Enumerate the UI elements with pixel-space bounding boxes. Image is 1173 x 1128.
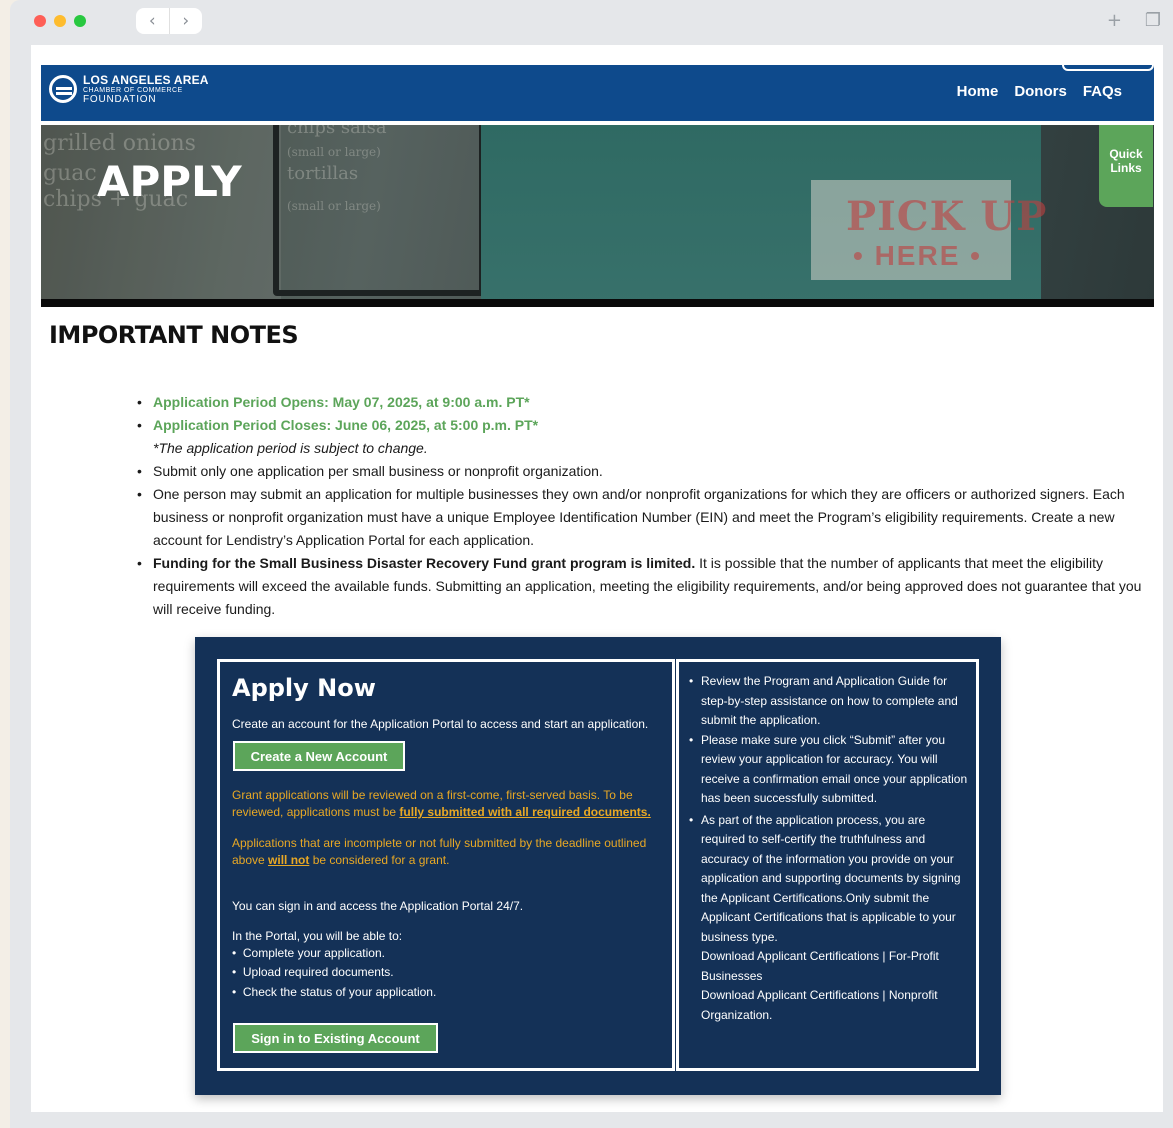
- application-closes: Application Period Closes: June 06, 2025…: [153, 417, 539, 433]
- period-disclaimer: *The application period is subject to ch…: [153, 440, 428, 456]
- hero-menu-text: guac: [43, 161, 97, 186]
- apply-now-title: Apply Now: [232, 674, 376, 702]
- portal-item: • Upload required documents.: [232, 965, 394, 979]
- hero-pickup-text: • HERE •: [853, 240, 982, 271]
- hero-divider: [41, 299, 1154, 307]
- list-item: Funding for the Small Business Disaster …: [137, 552, 1146, 621]
- list-item: As part of the application process, you …: [689, 811, 969, 948]
- one-application-note: Submit only one application per small bu…: [153, 463, 603, 479]
- portal-item: • Complete your application.: [232, 946, 385, 960]
- list-item: One person may submit an application for…: [137, 483, 1146, 552]
- back-button[interactable]: ‹: [136, 8, 170, 34]
- close-window-button[interactable]: [34, 15, 46, 27]
- notes-list: Application Period Opens: May 07, 2025, …: [137, 391, 1146, 621]
- main-nav: Home Donors FAQs: [957, 83, 1122, 100]
- portal-item-text: Upload required documents.: [242, 965, 394, 979]
- logo-line3: FOUNDATION: [83, 94, 157, 105]
- apply-now-panel: Apply Now Create an account for the Appl…: [195, 637, 1001, 1095]
- maximize-window-button[interactable]: [74, 15, 86, 27]
- nav-faqs[interactable]: FAQs: [1083, 83, 1122, 100]
- portal-item: • Check the status of your application.: [232, 985, 437, 999]
- list-item: *The application period is subject to ch…: [151, 437, 1146, 460]
- list-item: Application Period Closes: June 06, 2025…: [137, 414, 1146, 437]
- web-page: LOS ANGELES AREA CHAMBER OF COMMERCE FOU…: [31, 45, 1163, 1112]
- header-cta-button[interactable]: [1062, 61, 1154, 71]
- portal-item-text: Check the status of your application.: [242, 985, 437, 999]
- download-nonprofit-link[interactable]: Download Applicant Certifications | Nonp…: [689, 986, 969, 1025]
- logo-line1: LOS ANGELES AREA: [83, 73, 209, 87]
- site-header: LOS ANGELES AREA CHAMBER OF COMMERCE FOU…: [41, 61, 1154, 121]
- apply-now-left: Apply Now Create an account for the Appl…: [217, 659, 675, 1071]
- hero-pickup-text: PICK UP: [846, 193, 1048, 240]
- portal-item-text: Complete your application.: [242, 946, 385, 960]
- incomplete-policy-text: Applications that are incomplete or not …: [232, 835, 657, 869]
- hero-banner: grilled onions guac chips + guac chips s…: [41, 125, 1154, 307]
- review-policy-bold: fully submitted with all required docume…: [399, 805, 651, 819]
- list-item: Please make sure you click “Submit” afte…: [689, 731, 969, 809]
- new-tab-icon[interactable]: +: [1107, 10, 1122, 31]
- review-policy-text: Grant applications will be reviewed on a…: [232, 787, 657, 821]
- quick-links-button[interactable]: Quick Links: [1099, 125, 1153, 207]
- hero-sign-board: [273, 125, 485, 296]
- foundation-logo-icon[interactable]: [49, 75, 77, 103]
- download-forprofit-link[interactable]: Download Applicant Certifications | For-…: [689, 947, 969, 986]
- signin-existing-account-button[interactable]: Sign in to Existing Account: [233, 1023, 438, 1053]
- logo-line2: CHAMBER OF COMMERCE: [83, 87, 183, 94]
- create-account-text: Create an account for the Application Po…: [232, 717, 649, 731]
- portal-intro-text: In the Portal, you will be able to:: [232, 929, 403, 943]
- create-account-button[interactable]: Create a New Account: [233, 741, 405, 771]
- list-item: Review the Program and Application Guide…: [689, 672, 969, 731]
- site-logo[interactable]: LOS ANGELES AREA CHAMBER OF COMMERCE FOU…: [83, 74, 209, 105]
- multiple-business-note: One person may submit an application for…: [153, 486, 1125, 548]
- minimize-window-button[interactable]: [54, 15, 66, 27]
- list-item: Application Period Opens: May 07, 2025, …: [137, 391, 1146, 414]
- apply-now-right: Review the Program and Application Guide…: [676, 659, 979, 1071]
- window-actions: + ❐: [1107, 10, 1161, 31]
- funding-limited-bold: Funding for the Small Business Disaster …: [153, 555, 696, 571]
- nav-donors[interactable]: Donors: [1014, 83, 1067, 100]
- signin-availability-text: You can sign in and access the Applicati…: [232, 899, 524, 913]
- page-title: APPLY: [97, 157, 242, 206]
- notes-heading: IMPORTANT NOTES: [49, 321, 299, 349]
- incomplete-policy-rest: be considered for a grant.: [309, 853, 450, 867]
- will-not-bold: will not: [268, 853, 310, 867]
- nav-home[interactable]: Home: [957, 83, 999, 100]
- tabs-icon[interactable]: ❐: [1145, 10, 1161, 31]
- application-opens: Application Period Opens: May 07, 2025, …: [153, 394, 530, 410]
- list-item: Submit only one application per small bu…: [137, 460, 1146, 483]
- hero-menu-text: grilled onions: [43, 131, 196, 156]
- guidance-list: Review the Program and Application Guide…: [689, 672, 969, 1025]
- forward-button[interactable]: ›: [170, 8, 203, 34]
- browser-nav-buttons: ‹ ›: [136, 8, 202, 34]
